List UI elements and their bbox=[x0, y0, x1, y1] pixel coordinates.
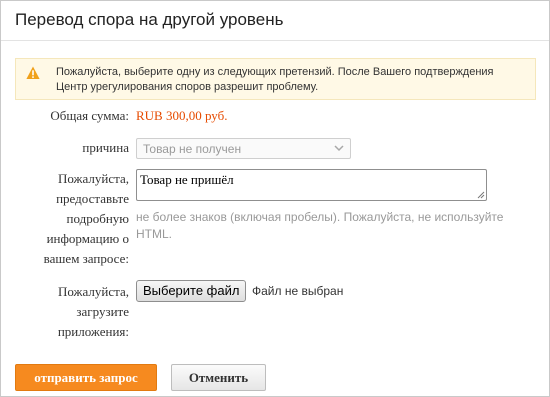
resize-handle-icon[interactable] bbox=[477, 191, 485, 199]
cancel-button[interactable]: Отменить bbox=[171, 364, 266, 391]
file-status: Файл не выбран bbox=[252, 284, 344, 298]
total-amount-value: RUB 300,00 руб. bbox=[136, 108, 228, 123]
notice-banner: Пожалуйста, выберите одну из следующих п… bbox=[15, 58, 536, 100]
submit-request-button[interactable]: отправить запрос bbox=[15, 364, 157, 391]
details-textarea[interactable]: Товар не пришёл bbox=[136, 169, 487, 201]
reason-selected-value: Товар не получен bbox=[143, 142, 242, 156]
escalate-dispute-dialog: Перевод спора на другой уровень Пожалуйс… bbox=[0, 0, 550, 397]
title-divider bbox=[1, 40, 549, 41]
chevron-down-icon bbox=[334, 145, 344, 152]
notice-text: Пожалуйста, выберите одну из следующих п… bbox=[56, 66, 494, 93]
choose-file-button[interactable]: Выберите файл bbox=[136, 280, 247, 302]
reason-select[interactable]: Товар не получен bbox=[136, 138, 351, 159]
details-text: Товар не пришёл bbox=[140, 172, 234, 187]
details-hint: не более знаков (включая пробелы). Пожал… bbox=[136, 210, 504, 241]
dialog-title: Перевод спора на другой уровень bbox=[15, 10, 284, 29]
attach-label: Пожалуйста, загрузите приложения: bbox=[57, 284, 129, 339]
details-label: Пожалуйста, предоставьте подробную инфор… bbox=[43, 171, 129, 266]
warning-icon bbox=[26, 66, 40, 79]
reason-label: причина bbox=[82, 140, 129, 155]
total-amount-label: Общая сумма: bbox=[50, 108, 129, 123]
